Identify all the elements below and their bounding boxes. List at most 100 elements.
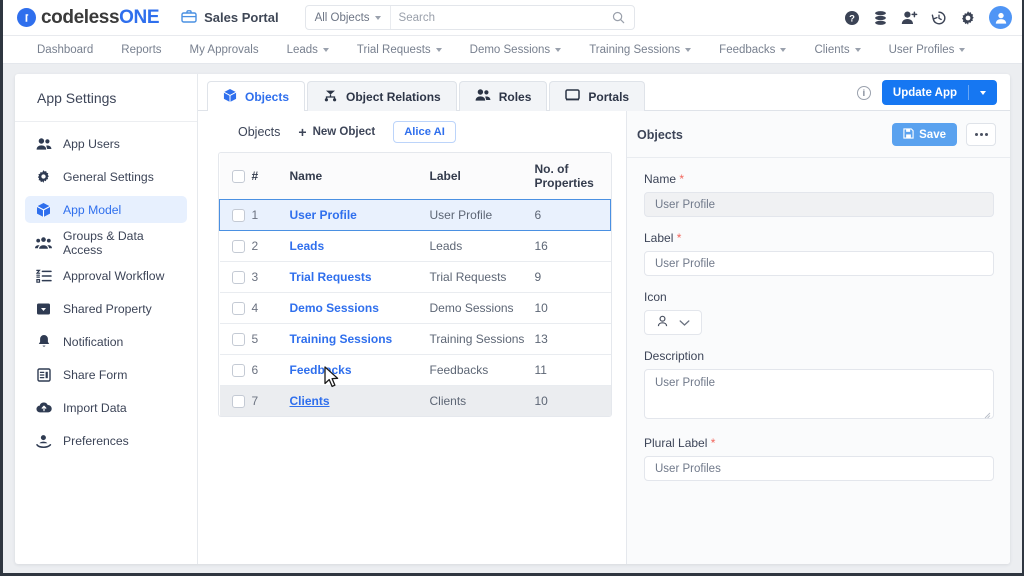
required-asterisk: * (677, 231, 682, 245)
row-checkbox[interactable] (232, 209, 245, 222)
new-object-button[interactable]: + New Object (298, 125, 375, 139)
object-link[interactable]: Training Sessions (290, 332, 393, 346)
nav-item-reports[interactable]: Reports (107, 36, 175, 63)
sidebar-item-import-data[interactable]: Import Data (25, 394, 187, 421)
sidebar-item-share-form[interactable]: Share Form (25, 361, 187, 388)
table-row[interactable]: 1 User Profile User Profile 6 (220, 200, 611, 231)
table-row[interactable]: 7 Clients Clients 10 (220, 386, 611, 417)
info-icon[interactable]: i (857, 86, 871, 100)
button-divider (968, 85, 969, 100)
sidebar-item-app-users[interactable]: App Users (25, 130, 187, 157)
search-icon[interactable] (612, 11, 634, 24)
person-icon (656, 315, 669, 331)
database-icon[interactable] (873, 10, 888, 26)
objects-toolbar: Objects + New Object Alice AI (218, 111, 612, 151)
nav-item-user-profiles[interactable]: User Profiles (875, 36, 980, 63)
tab-roles[interactable]: Roles (459, 81, 548, 111)
gear-icon[interactable] (960, 10, 976, 26)
description-textarea[interactable]: User Profile (644, 369, 994, 419)
row-name-cell: User Profile (290, 200, 430, 231)
nav-item-demo-sessions[interactable]: Demo Sessions (456, 36, 576, 63)
object-link[interactable]: Clients (290, 394, 330, 408)
row-checkbox-cell (220, 386, 252, 417)
tab-object-relations[interactable]: Object Relations (307, 81, 457, 111)
sidebar-item-general-settings[interactable]: General Settings (25, 163, 187, 190)
table-row[interactable]: 3 Trial Requests Trial Requests 9 (220, 262, 611, 293)
sidebar-item-approval-workflow[interactable]: Approval Workflow (25, 262, 187, 289)
row-checkbox[interactable] (232, 364, 245, 377)
label-text: Name (644, 172, 676, 186)
table-row[interactable]: 2 Leads Leads 16 (220, 231, 611, 262)
nav-item-clients[interactable]: Clients (800, 36, 874, 63)
row-properties-count: 6 (535, 200, 611, 231)
sidebar-item-shared-property[interactable]: Shared Property (25, 295, 187, 322)
plural-label-input[interactable] (644, 456, 994, 481)
search-scope-label: All Objects (315, 12, 370, 24)
column-header-properties[interactable]: No. of Properties (535, 153, 611, 200)
column-header-num[interactable]: # (252, 153, 290, 200)
row-checkbox[interactable] (232, 240, 245, 253)
search-scope-dropdown[interactable]: All Objects (306, 6, 391, 29)
update-app-button[interactable]: Update App (882, 80, 997, 105)
icon-select-dropdown[interactable] (644, 310, 702, 335)
table-row[interactable]: 5 Training Sessions Training Sessions 13 (220, 324, 611, 355)
chevron-down-icon[interactable] (980, 91, 986, 95)
row-label: Clients (430, 386, 535, 417)
sidebar-item-notification[interactable]: Notification (25, 328, 187, 355)
nav-label: Clients (814, 44, 849, 56)
add-user-icon[interactable] (901, 10, 918, 26)
sidebar-item-label: General Settings (63, 170, 154, 184)
label-input[interactable] (644, 251, 994, 276)
tab-objects[interactable]: Objects (207, 81, 305, 111)
row-checkbox[interactable] (232, 302, 245, 315)
object-link[interactable]: Leads (290, 239, 325, 253)
sidebar-item-label: Shared Property (63, 302, 152, 316)
nav-item-my-approvals[interactable]: My Approvals (176, 36, 273, 63)
objects-table-wrapper: # Name Label No. of Properties (218, 152, 612, 417)
help-icon[interactable]: ? (844, 10, 860, 26)
nav-label: My Approvals (190, 44, 259, 56)
alice-ai-button[interactable]: Alice AI (393, 121, 456, 143)
select-all-checkbox[interactable] (232, 170, 245, 183)
table-row[interactable]: 6 Feedbacks Feedbacks 11 (220, 355, 611, 386)
save-button[interactable]: Save (892, 123, 957, 146)
object-link[interactable]: User Profile (290, 208, 357, 222)
avatar[interactable] (989, 6, 1012, 29)
row-checkbox[interactable] (232, 333, 245, 346)
object-link[interactable]: Feedbacks (290, 363, 352, 377)
nav-item-training-sessions[interactable]: Training Sessions (575, 36, 705, 63)
row-checkbox-cell (220, 200, 252, 231)
nav-item-dashboard[interactable]: Dashboard (23, 36, 107, 63)
nav-item-feedbacks[interactable]: Feedbacks (705, 36, 800, 63)
field-name-label: Name * (644, 172, 994, 186)
row-number: 5 (252, 324, 290, 355)
brand-name: codelessONE (41, 7, 159, 29)
more-options-button[interactable] (966, 123, 996, 146)
column-header-name[interactable]: Name (290, 153, 430, 200)
history-icon[interactable] (931, 10, 947, 26)
global-search[interactable]: All Objects (305, 5, 635, 30)
page-body: App Settings App Users General Settings (3, 64, 1022, 576)
name-input[interactable] (644, 192, 994, 217)
field-plural-label: Plural Label * (644, 436, 994, 481)
chevron-down-icon (375, 16, 381, 20)
search-input[interactable] (391, 12, 612, 24)
users-icon (475, 88, 491, 105)
nav-item-trial-requests[interactable]: Trial Requests (343, 36, 456, 63)
monitor-icon (565, 88, 580, 105)
row-checkbox[interactable] (232, 271, 245, 284)
required-asterisk: * (711, 436, 716, 450)
brand-logo[interactable]: codelessONE (17, 7, 159, 29)
row-checkbox[interactable] (232, 395, 245, 408)
sidebar-item-app-model[interactable]: App Model (25, 196, 187, 223)
top-header: codelessONE Sales Portal All Objects ? (3, 0, 1022, 36)
tab-portals[interactable]: Portals (549, 81, 645, 111)
sidebar-item-groups-data-access[interactable]: Groups & Data Access (25, 229, 187, 256)
nav-item-leads[interactable]: Leads (273, 36, 343, 63)
object-link[interactable]: Demo Sessions (290, 301, 379, 315)
portal-selector[interactable]: Sales Portal (181, 9, 278, 27)
object-link[interactable]: Trial Requests (290, 270, 372, 284)
table-row[interactable]: 4 Demo Sessions Demo Sessions 10 (220, 293, 611, 324)
column-header-label[interactable]: Label (430, 153, 535, 200)
sidebar-item-preferences[interactable]: Preferences (25, 427, 187, 454)
